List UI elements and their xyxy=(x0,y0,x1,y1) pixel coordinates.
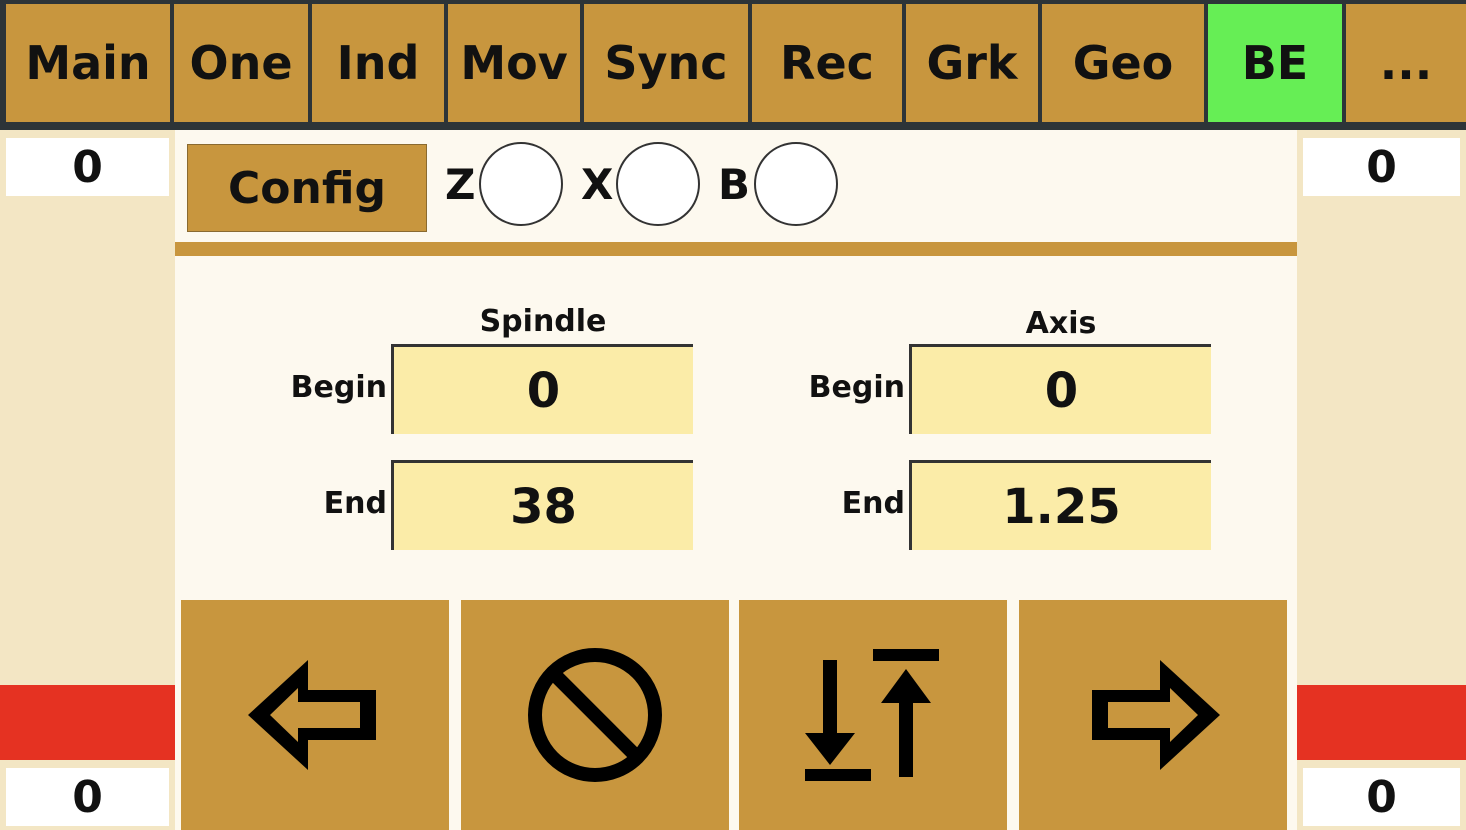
left-status-column: 0 0 xyxy=(0,130,175,830)
axis-begin-field[interactable]: 0 xyxy=(909,344,1211,434)
left-alarm-bar xyxy=(0,685,175,760)
axis-title: Axis xyxy=(1025,306,1097,341)
config-button[interactable]: Config xyxy=(187,144,427,232)
left-top-counter: 0 xyxy=(6,138,169,196)
tab-grk[interactable]: Grk xyxy=(906,4,1038,122)
axis-begin-label: Begin xyxy=(808,370,905,405)
spindle-end-field[interactable]: 38 xyxy=(391,460,693,550)
right-bottom-counter: 0 xyxy=(1303,768,1460,826)
swap-direction-button[interactable] xyxy=(739,600,1007,830)
left-bottom-counter: 0 xyxy=(6,768,169,826)
tab-rec[interactable]: Rec xyxy=(752,4,902,122)
spindle-begin-label: Begin xyxy=(290,370,387,405)
axis-end-field[interactable]: 1.25 xyxy=(909,460,1211,550)
tab-be[interactable]: BE xyxy=(1208,4,1342,122)
spindle-begin-field[interactable]: 0 xyxy=(391,344,693,434)
axis-b-label: B xyxy=(718,160,751,209)
axis-x-label: X xyxy=(581,160,614,209)
prev-button[interactable] xyxy=(181,600,449,830)
tab-geo[interactable]: Geo xyxy=(1042,4,1204,122)
axis-end-label: End xyxy=(841,486,905,521)
axis-z-label: Z xyxy=(445,160,476,209)
right-status-column: 0 0 xyxy=(1297,130,1466,830)
axis-x-indicator xyxy=(616,142,700,226)
tab-ind[interactable]: Ind xyxy=(312,4,444,122)
spindle-title: Spindle xyxy=(479,304,607,339)
cancel-icon xyxy=(528,648,662,782)
arrow-right-icon xyxy=(1092,660,1220,770)
cancel-button[interactable] xyxy=(461,600,729,830)
tab-one[interactable]: One xyxy=(174,4,308,122)
header-divider xyxy=(175,242,1297,256)
tab-bar: Main One Ind Mov Sync Rec Grk Geo BE ... xyxy=(0,0,1466,130)
tab-mov[interactable]: Mov xyxy=(448,4,580,122)
arrow-left-icon xyxy=(248,660,376,770)
right-top-counter: 0 xyxy=(1303,138,1460,196)
next-button[interactable] xyxy=(1019,600,1287,830)
swap-up-down-icon xyxy=(805,649,939,781)
tab-main[interactable]: Main xyxy=(6,4,170,122)
axis-z-indicator xyxy=(479,142,563,226)
spindle-end-label: End xyxy=(323,486,387,521)
right-alarm-bar xyxy=(1297,685,1466,760)
tab-sync[interactable]: Sync xyxy=(584,4,748,122)
main-panel: Config Z X B Spindle Begin 0 End 38 Axis… xyxy=(175,130,1297,830)
tab-more[interactable]: ... xyxy=(1346,4,1466,122)
axis-b-indicator xyxy=(754,142,838,226)
